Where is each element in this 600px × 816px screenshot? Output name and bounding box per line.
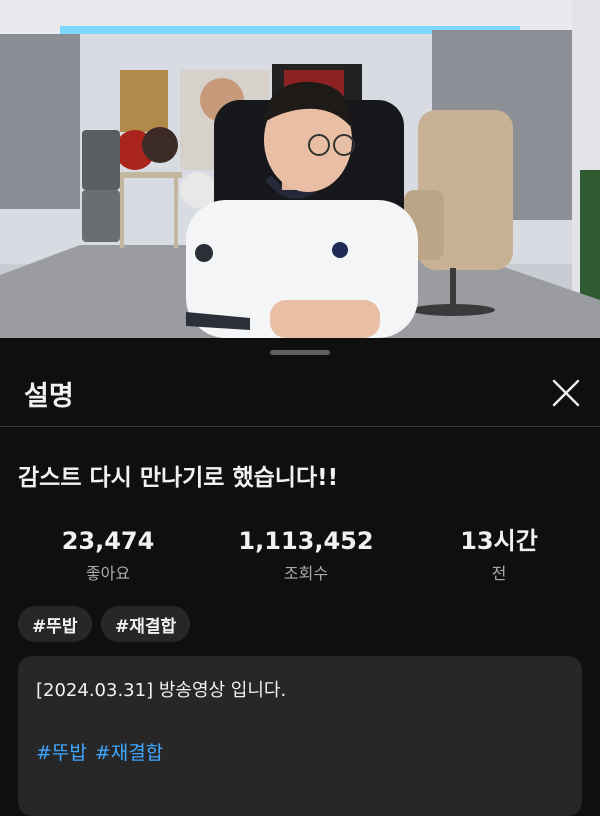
close-button[interactable] [546,373,586,413]
views-stat: 1,113,452 조회수 [236,526,376,584]
description-text: [2024.03.31] 방송영상 입니다. [36,680,287,701]
close-icon [552,379,580,407]
description-box: [2024.03.31] 방송영상 입니다. #뚜밥 #재결합 [18,656,582,816]
description-sheet: 설명 감스트 다시 만나기로 했습니다!! 23,474 좋아요 1,113,4… [0,338,600,816]
video-player[interactable] [0,0,600,338]
header-divider [0,426,600,427]
video-title: 감스트 다시 만나기로 했습니다!! [18,465,339,491]
likes-label: 좋아요 [85,564,131,583]
hashtag-link[interactable]: #재결합 [95,742,163,764]
views-label: 조회수 [283,564,329,583]
likes-stat: 23,474 좋아요 [58,526,158,584]
drag-handle[interactable] [270,350,330,355]
description-hashtags: #뚜밥 #재결합 [36,738,171,765]
hashtag-chip[interactable]: #뚜밥 [18,606,92,642]
likes-count: 23,474 [61,527,155,555]
video-frame [0,0,600,338]
hashtag-link[interactable]: #뚜밥 [36,742,87,764]
views-count: 1,113,452 [238,527,374,555]
hashtag-chip[interactable]: #재결합 [101,606,191,642]
sheet-title: 설명 [24,381,74,412]
age-stat: 13시간 전 [449,526,549,584]
upload-age-label: 전 [491,564,507,583]
upload-age: 13시간 [460,527,538,555]
